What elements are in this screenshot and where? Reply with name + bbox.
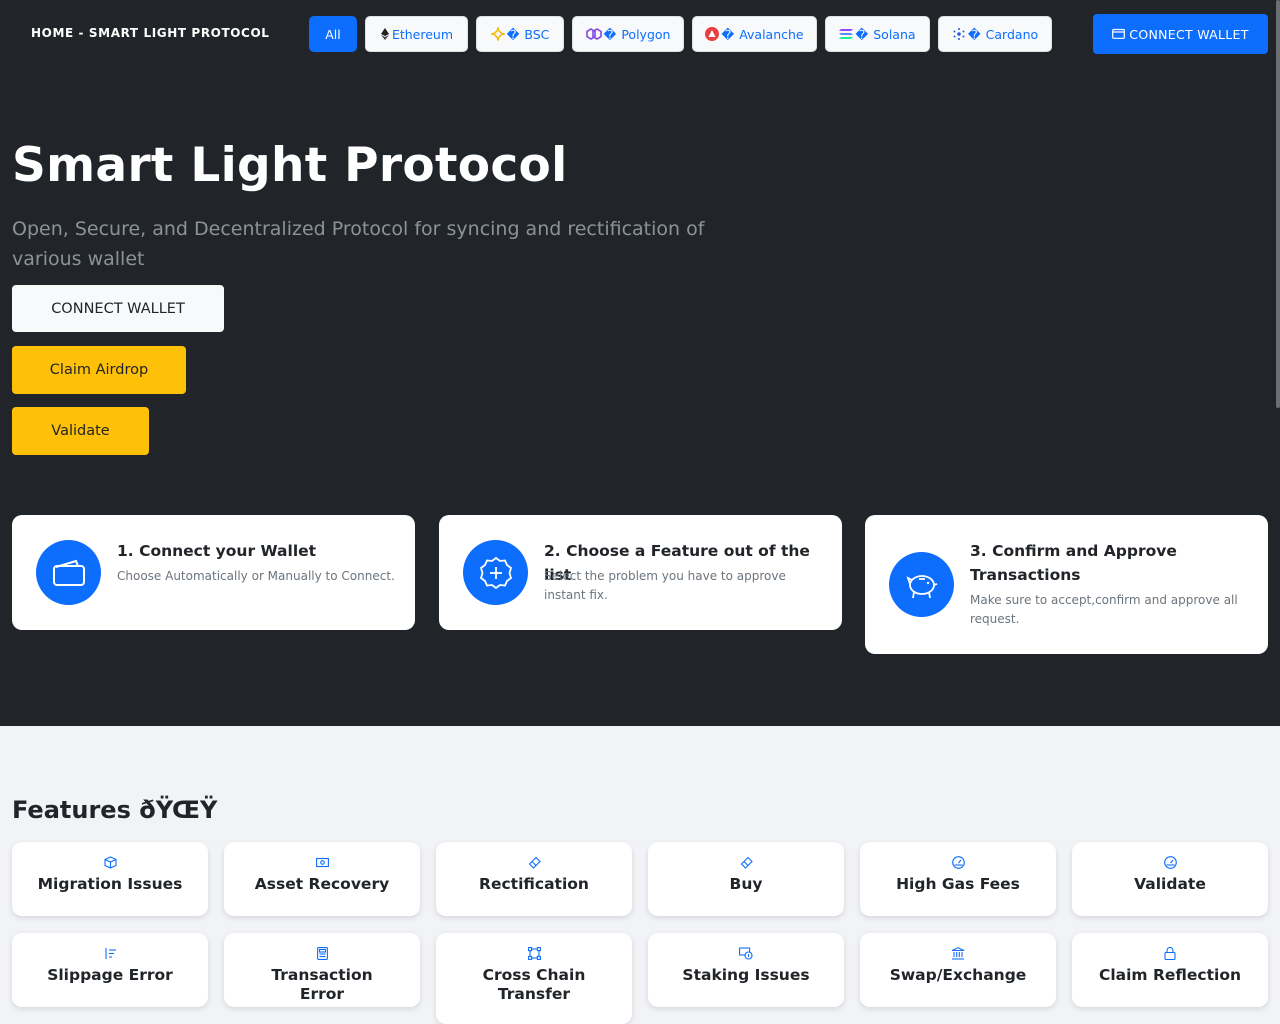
- feature-label: Slippage Error: [47, 966, 173, 984]
- plus-circle-icon: [463, 540, 528, 605]
- feature-card-asset-recovery[interactable]: Asset Recovery: [224, 842, 420, 916]
- chain-filter-bsc[interactable]: � BSC: [476, 16, 564, 52]
- wallet-icon: [36, 540, 101, 605]
- feature-label: Rectification: [479, 875, 589, 893]
- cardano-icon: [952, 27, 966, 41]
- cash-icon: [315, 855, 329, 869]
- speedometer-icon: [951, 855, 965, 869]
- feature-label: Transaction Error: [271, 966, 373, 1003]
- chain-glyph: �: [603, 26, 617, 42]
- feature-card-claim-reflection[interactable]: Claim Reflection: [1072, 933, 1268, 1007]
- chain-label: BSC: [524, 26, 550, 42]
- hero-section: HOME - SMART LIGHT PROTOCOL All Ethereum…: [0, 0, 1280, 726]
- chain-filter-solana[interactable]: � Solana: [825, 16, 930, 52]
- chain-filter-avalanche[interactable]: � Avalanche: [692, 16, 817, 52]
- step-card-choose: 2. Choose a Feature out of the list Sele…: [439, 515, 842, 630]
- chain-glyph: �: [721, 26, 735, 42]
- speedometer-icon: [1163, 855, 1177, 869]
- ethereum-icon: [380, 28, 390, 40]
- step-title: 3. Confirm and Approve Transactions: [970, 542, 1177, 584]
- chain-filter-cardano[interactable]: � Cardano: [938, 16, 1052, 52]
- lock-icon: [1164, 946, 1176, 960]
- feature-card-slippage-error[interactable]: Slippage Error: [12, 933, 208, 1007]
- feature-label: Asset Recovery: [254, 875, 390, 893]
- feature-card-transaction-error[interactable]: Transaction Error: [224, 933, 420, 1007]
- step-card-confirm: 3. Confirm and Approve Transactions Make…: [865, 515, 1268, 654]
- feature-label: Claim Reflection: [1098, 966, 1242, 984]
- feature-label: Migration Issues: [37, 875, 183, 893]
- chain-label: Avalanche: [739, 26, 804, 42]
- coin-icon: [739, 946, 753, 960]
- chain-glyph: �: [967, 26, 981, 42]
- feature-label: Staking Issues: [682, 966, 810, 984]
- chain-filter-all[interactable]: All: [309, 16, 357, 52]
- hero-title: Smart Light Protocol: [12, 138, 568, 193]
- bsc-icon: [490, 27, 505, 41]
- nav-connect-wallet-button[interactable]: CONNECT WALLET: [1093, 14, 1268, 54]
- box-icon: [103, 855, 117, 869]
- bounding-box-icon: [527, 946, 541, 960]
- piggy-bank-icon: [889, 552, 954, 617]
- nav-brand[interactable]: HOME - SMART LIGHT PROTOCOL: [31, 26, 270, 40]
- calculator-icon: [316, 946, 328, 960]
- step-card-connect: 1. Connect your Wallet Choose Automatica…: [12, 515, 415, 630]
- chain-label: Solana: [873, 26, 916, 42]
- solana-icon: [839, 28, 854, 40]
- chain-glyph: �: [855, 26, 869, 42]
- feature-label: High Gas Fees: [896, 875, 1020, 893]
- page-scrollbar[interactable]: [1276, 0, 1280, 408]
- chain-label: Ethereum: [391, 26, 454, 42]
- connect-wallet-label: CONNECT WALLET: [1129, 26, 1249, 42]
- hero-subtitle: Open, Secure, and Decentralized Protocol…: [12, 218, 705, 270]
- feature-card-buy[interactable]: Buy: [648, 842, 844, 916]
- feature-label: Cross Chain Transfer: [482, 966, 586, 1003]
- feature-card-cross-chain-transfer[interactable]: Cross Chain Transfer: [436, 933, 632, 1024]
- wallet-icon: [1112, 27, 1126, 42]
- avalanche-icon: [705, 27, 720, 41]
- step-description: Make sure to accept,confirm and approve …: [970, 593, 1238, 626]
- chain-filter-ethereum[interactable]: Ethereum: [365, 16, 468, 52]
- feature-card-staking-issues[interactable]: Staking Issues: [648, 933, 844, 1007]
- chain-label: Polygon: [621, 26, 671, 42]
- sort-icon: [104, 946, 117, 960]
- feature-card-high-gas-fees[interactable]: High Gas Fees: [860, 842, 1056, 916]
- validate-button[interactable]: Validate: [12, 407, 149, 455]
- features-title: Features ðŸŒŸ: [12, 796, 218, 824]
- step-title: 1. Connect your Wallet: [117, 542, 317, 560]
- step-description: Select the problem you have to approve i…: [544, 569, 786, 602]
- polygon-icon: [585, 28, 602, 40]
- eraser-icon: [740, 855, 753, 869]
- chain-label: Cardano: [985, 26, 1039, 42]
- eraser-icon: [528, 855, 541, 869]
- chain-label: All: [325, 26, 341, 42]
- feature-card-rectification[interactable]: Rectification: [436, 842, 632, 916]
- step-description: Choose Automatically or Manually to Conn…: [117, 569, 395, 583]
- feature-label: Buy: [729, 875, 763, 893]
- chain-glyph: �: [506, 26, 520, 42]
- feature-card-swap-exchange[interactable]: Swap/Exchange: [860, 933, 1056, 1007]
- hero-connect-wallet-button[interactable]: CONNECT WALLET: [12, 285, 224, 332]
- feature-card-validate[interactable]: Validate: [1072, 842, 1268, 916]
- bank-icon: [951, 946, 965, 960]
- claim-airdrop-button[interactable]: Claim Airdrop: [12, 346, 186, 394]
- feature-label: Swap/Exchange: [889, 966, 1027, 984]
- feature-label: Validate: [1134, 875, 1206, 893]
- chain-filter-polygon[interactable]: � Polygon: [572, 16, 684, 52]
- feature-card-migration-issues[interactable]: Migration Issues: [12, 842, 208, 916]
